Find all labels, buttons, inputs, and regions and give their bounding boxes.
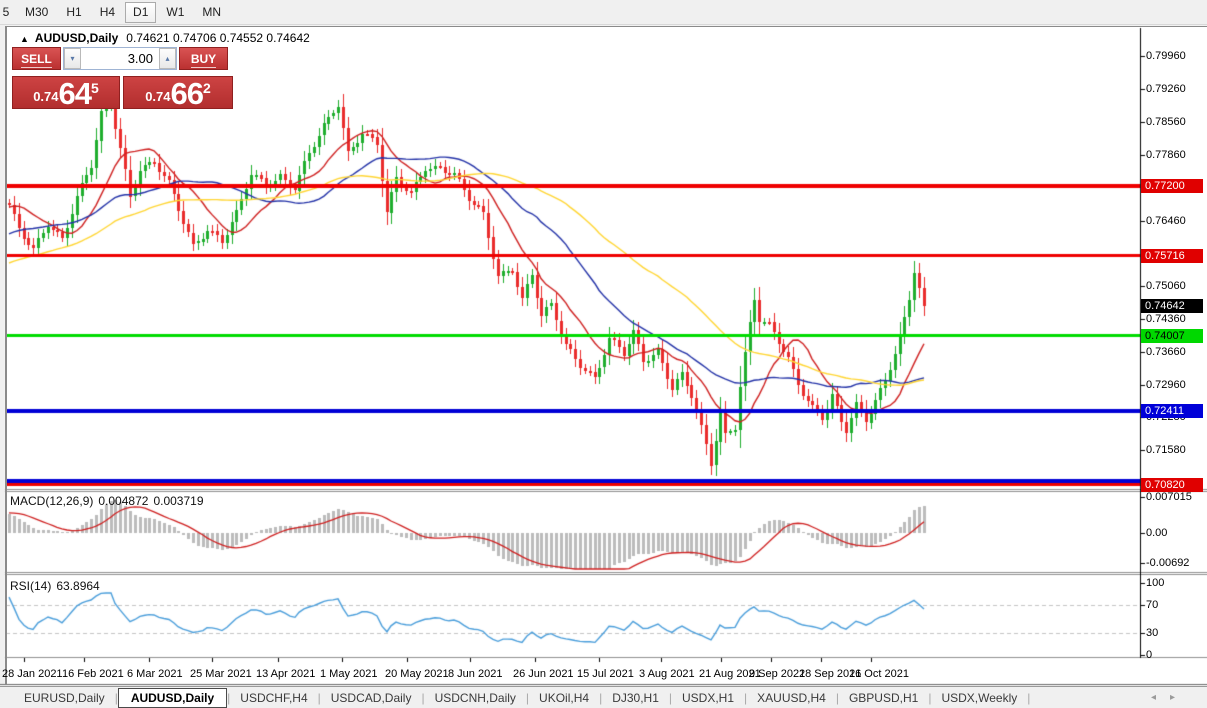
chart-tab-usdchf-h4[interactable]: USDCHF,H4 xyxy=(230,689,317,707)
rsi-scale-label: 0 xyxy=(1146,649,1152,661)
timeframe-button-5[interactable]: 5 xyxy=(1,2,15,23)
price-badge-0.74007: 0.74007 xyxy=(1141,329,1203,343)
chart-tab-bar: EURUSD,Daily|AUDUSD,Daily|USDCHF,H4|USDC… xyxy=(0,686,1207,708)
price-badge-0.70820: 0.70820 xyxy=(1141,478,1203,492)
chart-tab-gbpusd-h1[interactable]: GBPUSD,H1 xyxy=(839,689,928,707)
sell-price-base: 0.74 xyxy=(33,89,58,108)
price-tick-label: 0.71580 xyxy=(1146,444,1186,456)
timeframe-button-H1[interactable]: H1 xyxy=(58,2,89,23)
price-tick-label: 0.73660 xyxy=(1146,346,1186,358)
buy-button[interactable]: BUY xyxy=(179,47,228,70)
chart-tab-usdx-h1[interactable]: USDX,H1 xyxy=(672,689,744,707)
chart-symbol-label: AUDUSD,Daily xyxy=(35,31,118,45)
rsi-value: 63.8964 xyxy=(56,579,99,593)
date-label: 1 May 2021 xyxy=(320,668,377,680)
chart-tab-eurusd-daily[interactable]: EURUSD,Daily xyxy=(14,689,115,707)
timeframe-toolbar: 5M30H1H4D1W1MN xyxy=(0,0,1207,25)
timeframe-button-MN[interactable]: MN xyxy=(194,2,229,23)
tab-scroll-arrows[interactable]: ◂▸ xyxy=(1151,692,1189,703)
chart-tab-audusd-daily[interactable]: AUDUSD,Daily xyxy=(118,688,227,708)
rsi-indicator-label: RSI(14) 63.8964 xyxy=(10,579,105,593)
buy-price-base: 0.74 xyxy=(145,89,170,108)
platform-window: 5M30H1H4D1W1MN ▲AUDUSD,Daily0.74621 0.74… xyxy=(0,0,1207,708)
date-label: 3 Aug 2021 xyxy=(639,668,695,680)
chart-tab-usdx-weekly[interactable]: USDX,Weekly xyxy=(931,689,1027,707)
date-label: 28 Jan 2021 xyxy=(2,668,63,680)
chart-tab-xauusd-h4[interactable]: XAUUSD,H4 xyxy=(747,689,836,707)
price-tick-label: 0.77860 xyxy=(1146,149,1186,161)
sell-price-point: 5 xyxy=(91,78,99,96)
chart-tab-usdcnh-daily[interactable]: USDCNH,Daily xyxy=(425,689,526,707)
date-label: 13 Apr 2021 xyxy=(256,668,315,680)
buy-price-display[interactable]: 0.74662 xyxy=(123,76,233,109)
date-label: 16 Oct 2021 xyxy=(849,668,909,680)
price-tick-label: 0.79960 xyxy=(1146,50,1186,62)
timeframe-button-W1[interactable]: W1 xyxy=(158,2,192,23)
price-badge-0.77200: 0.77200 xyxy=(1141,179,1203,193)
price-tick-label: 0.72960 xyxy=(1146,379,1186,391)
price-tick-label: 0.74360 xyxy=(1146,313,1186,325)
date-label: 9 Sep 2021 xyxy=(749,668,805,680)
chart-tab-dj30-h1[interactable]: DJ30,H1 xyxy=(602,689,669,707)
price-badge-0.75716: 0.75716 xyxy=(1141,249,1203,263)
sell-price-display[interactable]: 0.74645 xyxy=(12,76,120,109)
price-tick-label: 0.79260 xyxy=(1146,83,1186,95)
date-label: 25 Mar 2021 xyxy=(190,668,252,680)
sell-price-pips: 64 xyxy=(59,78,91,109)
volume-spinner: ▾ ▴ xyxy=(63,47,177,70)
timeframe-button-D1[interactable]: D1 xyxy=(125,2,156,23)
macd-signal-value: 0.003719 xyxy=(153,494,203,508)
sell-button[interactable]: SELL xyxy=(12,47,61,70)
sell-button-label: SELL xyxy=(21,52,52,68)
date-label: 8 Jun 2021 xyxy=(448,668,502,680)
buy-price-point: 2 xyxy=(203,78,211,96)
date-label: 20 May 2021 xyxy=(385,668,449,680)
rsi-scale-label: 100 xyxy=(1146,577,1164,589)
price-tick-label: 0.78560 xyxy=(1146,116,1186,128)
macd-indicator-label: MACD(12,26,9) 0.004872 0.003719 xyxy=(10,494,209,508)
price-tick-label: 0.76460 xyxy=(1146,215,1186,227)
volume-input[interactable] xyxy=(81,48,159,69)
price-badge-0.72411: 0.72411 xyxy=(1141,404,1203,418)
collapse-panel-icon[interactable]: ▲ xyxy=(20,34,29,44)
macd-scale-label: 0.00 xyxy=(1146,527,1167,539)
rsi-scale-label: 70 xyxy=(1146,599,1158,611)
date-label: 6 Mar 2021 xyxy=(127,668,183,680)
chart-quote-values: 0.74621 0.74706 0.74552 0.74642 xyxy=(126,31,310,45)
volume-increase-button[interactable]: ▴ xyxy=(159,48,176,69)
macd-main-value: 0.004872 xyxy=(98,494,148,508)
date-label: 15 Jul 2021 xyxy=(577,668,634,680)
price-badge-0.74642: 0.74642 xyxy=(1141,299,1203,313)
macd-scale-label: 0.007015 xyxy=(1146,491,1192,503)
date-label: 26 Jun 2021 xyxy=(513,668,574,680)
date-label: 16 Feb 2021 xyxy=(62,668,124,680)
chart-title: ▲ AUDUSD,Daily 0.74621 0.74706 0.74552 0.7… xyxy=(20,31,310,45)
chart-tab-ukoil-h4[interactable]: UKOil,H4 xyxy=(529,689,599,707)
timeframe-button-H4[interactable]: H4 xyxy=(92,2,123,23)
one-click-trading-panel: SELL ▾ ▴ BUY 0.74645 0.74662 xyxy=(12,47,235,109)
macd-scale-label: -0.00692 xyxy=(1146,557,1189,569)
volume-decrease-button[interactable]: ▾ xyxy=(64,48,81,69)
timeframe-button-M30[interactable]: M30 xyxy=(17,2,56,23)
rsi-scale-label: 30 xyxy=(1146,627,1158,639)
price-tick-label: 0.75060 xyxy=(1146,280,1186,292)
tab-separator: | xyxy=(1027,691,1030,705)
rsi-name: RSI(14) xyxy=(10,579,51,593)
chart-tab-usdcad-daily[interactable]: USDCAD,Daily xyxy=(321,689,422,707)
buy-button-label: BUY xyxy=(191,52,216,68)
macd-name: MACD(12,26,9) xyxy=(10,494,93,508)
buy-price-pips: 66 xyxy=(171,78,203,109)
